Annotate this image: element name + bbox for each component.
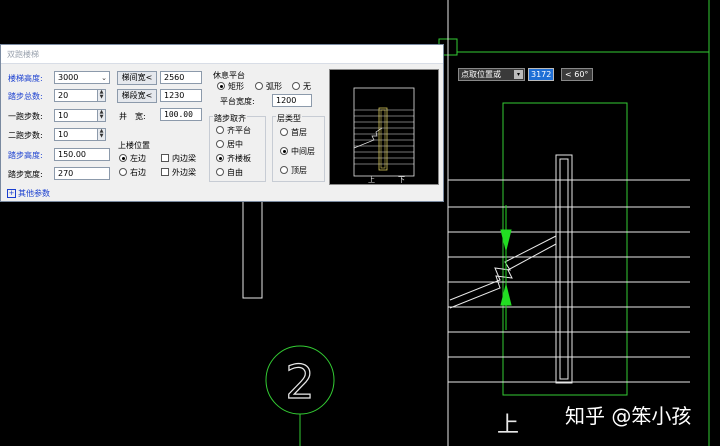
- more-params-link[interactable]: + 其他参数: [7, 188, 50, 199]
- flight-width-input[interactable]: 1230: [160, 89, 202, 102]
- upstairs-right-label: 右边: [130, 168, 146, 177]
- handrail-well: [555, 154, 573, 384]
- step-alignment-label: 踏步取齐: [213, 113, 247, 124]
- dialog-titlebar[interactable]: 双跑楼梯: [1, 45, 443, 64]
- landing-none-label: 无: [303, 82, 311, 91]
- stair-height-value: 3000: [58, 73, 79, 82]
- step-total-spinner[interactable]: ▲ ▼: [97, 89, 106, 102]
- expand-plus-icon: +: [7, 189, 16, 198]
- watermark: 知乎 @笨小孩: [565, 404, 692, 428]
- landing-rect-radio[interactable]: [217, 82, 225, 90]
- well-width-input[interactable]: 100.00: [160, 108, 202, 121]
- upstairs-position-label: 上楼位置: [118, 141, 150, 150]
- handrail-inner: [559, 158, 569, 380]
- align-free-label: 自由: [227, 168, 243, 177]
- upstairs-left-radio[interactable]: [119, 154, 127, 162]
- floor-first-label: 首层: [291, 128, 307, 137]
- outer-beam-checkbox[interactable]: [161, 168, 169, 176]
- double-stair-dialog: 双跑楼梯 楼梯高度: 3000 ⌄ 踏步总数: 20 ▲ ▼ 一跑步数: 10 ▲ ▼…: [0, 44, 444, 202]
- command-prompt-box: 点取位置或 ▾: [458, 68, 525, 81]
- upstairs-right-radio[interactable]: [119, 168, 127, 176]
- up-label: 上: [497, 413, 519, 438]
- angle-readout: < 60°: [561, 68, 593, 81]
- stair-height-label: 楼梯高度:: [8, 74, 43, 83]
- floor-type-label: 层类型: [276, 113, 302, 124]
- stair-height-select[interactable]: 3000 ⌄: [54, 71, 110, 84]
- flight-width-button[interactable]: 梯段宽<: [117, 89, 157, 103]
- landing-rect-label: 矩形: [228, 82, 244, 91]
- step-width-label: 踏步宽度:: [8, 170, 43, 179]
- upstairs-left-label: 左边: [130, 154, 146, 163]
- align-center-radio[interactable]: [216, 140, 224, 148]
- floor-middle-radio[interactable]: [280, 147, 288, 155]
- floor-top-label: 顶层: [291, 166, 307, 175]
- step-height-label: 踏步高度:: [8, 151, 43, 160]
- landing-arc-radio[interactable]: [255, 82, 263, 90]
- chevron-down-icon: ⌄: [101, 74, 107, 82]
- step-total-label: 踏步总数:: [8, 92, 43, 101]
- stair-outline: [502, 102, 628, 396]
- run2-steps-label: 二跑步数:: [8, 131, 43, 140]
- stair-preview: 上 下: [329, 69, 439, 185]
- run2-steps-spinner[interactable]: ▲ ▼: [97, 128, 106, 141]
- step-height-input[interactable]: 150.00: [54, 148, 110, 161]
- landing-width-input[interactable]: 1200: [272, 94, 312, 107]
- run1-steps-spinner[interactable]: ▲ ▼: [97, 109, 106, 122]
- inner-beam-label: 内边梁: [172, 154, 196, 163]
- align-center-label: 居中: [227, 140, 243, 149]
- well-width-label: 井 宽:: [119, 112, 146, 121]
- more-params-label: 其他参数: [18, 189, 50, 198]
- landing-none-radio[interactable]: [292, 82, 300, 90]
- preview-up-label: 上: [368, 175, 375, 184]
- stair-gap-width-input[interactable]: 2560: [160, 71, 202, 84]
- floor-middle-label: 中间层: [291, 147, 315, 156]
- run2-steps-input[interactable]: 10: [54, 128, 98, 141]
- landing-arc-label: 弧形: [266, 82, 282, 91]
- distance-input[interactable]: 3172: [528, 68, 554, 81]
- run1-steps-input[interactable]: 10: [54, 109, 98, 122]
- inner-beam-checkbox[interactable]: [161, 154, 169, 162]
- landing-label: 休息平台: [213, 71, 245, 80]
- preview-down-label: 下: [398, 176, 405, 184]
- outer-beam-label: 外边梁: [172, 168, 196, 177]
- step-total-input[interactable]: 20: [54, 89, 98, 102]
- align-landing-label: 齐平台: [227, 126, 251, 135]
- axis-number: 2: [285, 355, 314, 409]
- wall-stub: [242, 199, 263, 299]
- align-slab-radio[interactable]: [216, 154, 224, 162]
- preview-drawing: 上 下: [353, 87, 415, 184]
- align-slab-label: 齐楼板: [227, 154, 251, 163]
- dialog-title: 双跑楼梯: [7, 50, 39, 59]
- command-prompt-text: 点取位置或: [461, 70, 501, 79]
- stair-gap-width-button[interactable]: 梯间宽<: [117, 71, 157, 85]
- align-landing-radio[interactable]: [216, 126, 224, 134]
- landing-width-label: 平台宽度:: [220, 97, 255, 106]
- floor-top-radio[interactable]: [280, 166, 288, 174]
- floor-first-radio[interactable]: [280, 128, 288, 136]
- command-dropdown-icon[interactable]: ▾: [514, 70, 523, 79]
- step-width-input[interactable]: 270: [54, 167, 110, 180]
- align-free-radio[interactable]: [216, 168, 224, 176]
- run1-steps-label: 一跑步数:: [8, 112, 43, 121]
